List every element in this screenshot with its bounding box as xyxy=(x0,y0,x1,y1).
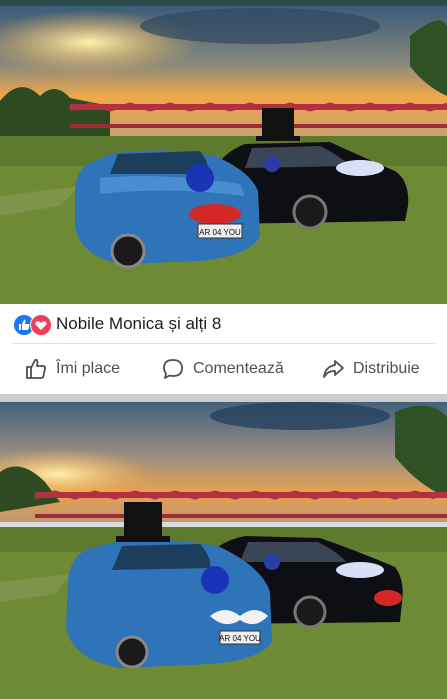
post-actions: Îmi place Comentează Distribuie xyxy=(0,344,447,394)
reactions-summary[interactable]: Nobile Monica și alți 8 xyxy=(56,314,221,334)
like-button[interactable]: Îmi place xyxy=(24,354,120,384)
wedding-cars-photo: AR 04 YOU xyxy=(0,402,447,699)
share-label: Distribuie xyxy=(353,360,420,377)
comment-icon xyxy=(163,359,183,379)
reaction-icons xyxy=(13,313,53,336)
comment-button[interactable]: Comentează xyxy=(161,354,284,384)
reactions-bar[interactable]: Nobile Monica și alți 8 xyxy=(0,304,447,344)
love-reaction-icon xyxy=(30,314,52,336)
thumbs-up-icon xyxy=(26,358,46,379)
wedding-cars-photo: AR 04 YOU xyxy=(0,6,447,304)
post-photo-bottom[interactable]: AR 04 YOU xyxy=(0,402,447,699)
like-label: Îmi place xyxy=(56,360,121,377)
share-arrow-icon xyxy=(323,360,344,378)
post-separator xyxy=(0,394,447,402)
post-photo-top[interactable]: AR 04 YOU xyxy=(0,6,447,304)
share-button[interactable]: Distribuie xyxy=(321,354,420,384)
license-plate: AR 04 YOU xyxy=(199,228,241,237)
license-plate: AR 04 YOU xyxy=(219,634,261,643)
comment-label: Comentează xyxy=(193,360,284,377)
